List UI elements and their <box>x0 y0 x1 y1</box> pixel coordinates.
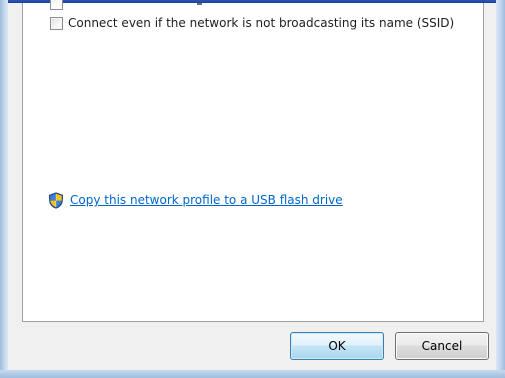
copy-profile-usb-link[interactable]: Copy this network profile to a USB flash… <box>70 193 343 207</box>
usb-copy-link-row[interactable]: Copy this network profile to a USB flash… <box>48 191 343 209</box>
window-frame-left <box>0 0 8 378</box>
window-frame-bottom <box>0 370 505 378</box>
security-options-panel: Connect even if the network is not broad… <box>22 0 484 322</box>
window-frame-right <box>496 0 505 378</box>
partially-visible-text-fragment <box>197 3 202 5</box>
ssid-option-row[interactable]: Connect even if the network is not broad… <box>50 15 454 31</box>
wireless-network-properties-dialog: Connect even if the network is not broad… <box>8 0 496 370</box>
partially-visible-checkbox[interactable] <box>50 0 63 10</box>
ssid-checkbox-label[interactable]: Connect even if the network is not broad… <box>68 16 454 30</box>
ssid-checkbox[interactable] <box>50 16 63 30</box>
ok-button[interactable]: OK <box>290 332 384 360</box>
uac-shield-icon <box>48 191 64 209</box>
cancel-button[interactable]: Cancel <box>395 332 489 360</box>
